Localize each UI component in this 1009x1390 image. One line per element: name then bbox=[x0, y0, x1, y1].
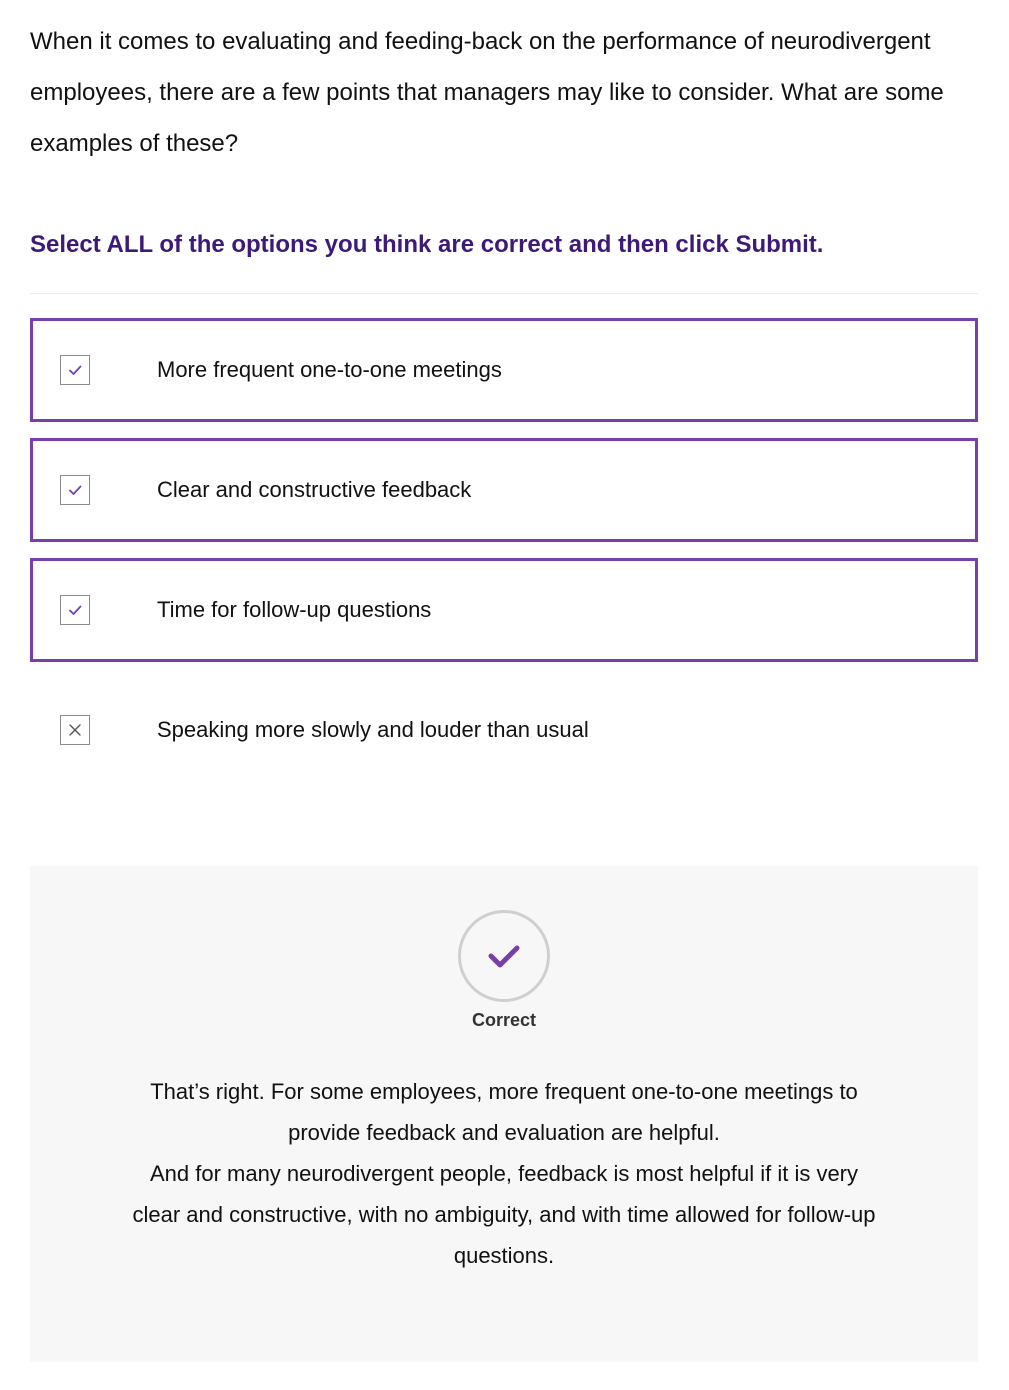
quiz-page: When it comes to evaluating and feeding-… bbox=[0, 0, 1009, 1390]
checkmark-circle-icon bbox=[458, 910, 550, 1002]
option-follow-up-questions[interactable]: Time for follow-up questions bbox=[30, 558, 978, 662]
check-icon bbox=[69, 485, 82, 495]
option-label: Clear and constructive feedback bbox=[157, 477, 472, 502]
feedback-line-1: That’s right. For some employees, more f… bbox=[150, 1079, 858, 1145]
feedback-text: That’s right. For some employees, more f… bbox=[124, 1071, 884, 1276]
instruction-text: Select ALL of the options you think are … bbox=[30, 231, 824, 258]
cross-icon bbox=[69, 724, 81, 736]
divider bbox=[30, 293, 978, 294]
option-label: More frequent one-to-one meetings bbox=[157, 357, 502, 382]
option-speaking-slowly[interactable]: Speaking more slowly and louder than usu… bbox=[30, 678, 978, 782]
result-status: Correct bbox=[471, 1010, 537, 1030]
question-text: When it comes to evaluating and feeding-… bbox=[30, 28, 944, 157]
option-checkbox[interactable] bbox=[60, 715, 90, 745]
feedback-line-2: And for many neurodivergent people, feed… bbox=[132, 1161, 876, 1268]
option-clear-feedback[interactable]: Clear and constructive feedback bbox=[30, 438, 978, 542]
option-more-frequent-meetings[interactable]: More frequent one-to-one meetings bbox=[30, 318, 978, 422]
option-label: Time for follow-up questions bbox=[157, 597, 432, 622]
option-checkbox[interactable] bbox=[60, 595, 90, 625]
option-checkbox[interactable] bbox=[60, 475, 90, 505]
check-icon bbox=[69, 365, 82, 375]
option-label: Speaking more slowly and louder than usu… bbox=[157, 717, 589, 742]
feedback-panel: Correct That’s right. For some employees… bbox=[30, 866, 978, 1362]
check-icon bbox=[69, 605, 82, 615]
option-checkbox[interactable] bbox=[60, 355, 90, 385]
